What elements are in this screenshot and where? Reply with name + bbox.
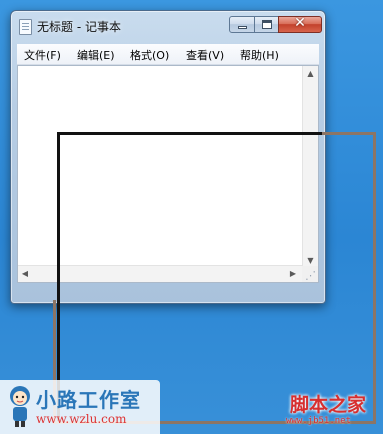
watermark-xiaolu: 小路工作室 www.wzlu.com — [0, 380, 160, 434]
close-icon: ✕ — [294, 15, 306, 31]
maximize-button[interactable] — [254, 16, 279, 33]
menu-format[interactable]: 格式(O) — [130, 47, 169, 63]
title-bar[interactable]: 无标题 - 记事本 ✕ — [11, 11, 325, 41]
mascot-icon — [10, 386, 30, 427]
watermark-jb51: 脚本之家 www.jb51.net — [282, 390, 383, 434]
window-title: 无标题 - 记事本 — [37, 20, 121, 34]
menu-file[interactable]: 文件(F) — [24, 47, 61, 63]
menu-bar: 文件(F) 编辑(E) 格式(O) 查看(V) 帮助(H) — [17, 44, 319, 65]
minimize-button[interactable] — [229, 16, 255, 33]
watermark-right-url: www.jb51.net — [286, 416, 352, 426]
notepad-icon[interactable] — [19, 19, 32, 35]
menu-view[interactable]: 查看(V) — [186, 47, 224, 63]
close-button[interactable]: ✕ — [278, 15, 322, 33]
watermark-left-title: 小路工作室 — [36, 388, 141, 412]
scroll-up-arrow-icon[interactable]: ▲ — [303, 69, 318, 78]
scroll-left-arrow-icon[interactable]: ◀ — [20, 269, 30, 278]
watermark-right-title: 脚本之家 — [290, 394, 367, 416]
menu-help[interactable]: 帮助(H) — [240, 47, 279, 63]
menu-edit[interactable]: 编辑(E) — [77, 47, 115, 63]
overlay-frame-brown-top — [322, 132, 376, 135]
watermark-left-url: www.wzlu.com — [36, 412, 127, 426]
